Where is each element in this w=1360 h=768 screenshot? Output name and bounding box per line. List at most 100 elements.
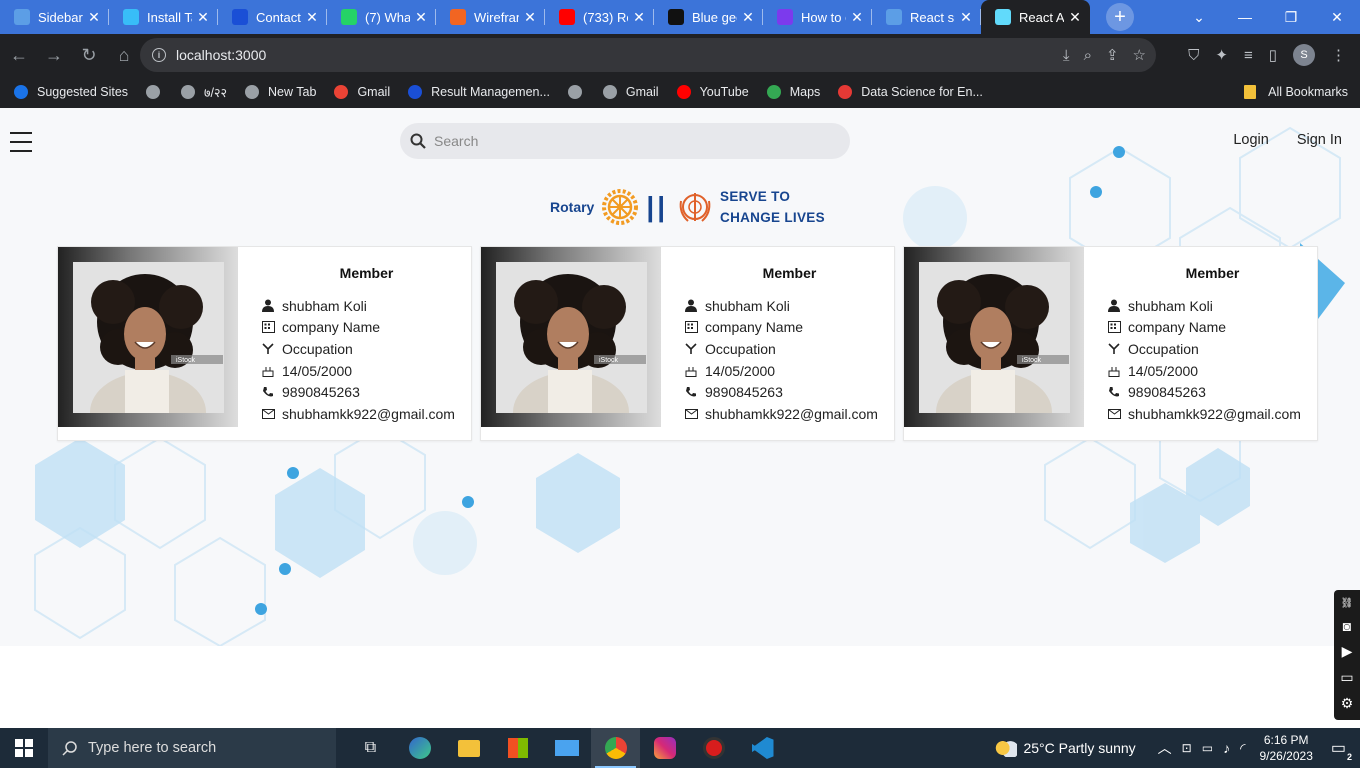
link-icon[interactable]: ⛓ bbox=[1341, 598, 1354, 609]
close-tab-icon[interactable]: ✕ bbox=[196, 9, 210, 26]
browser-tab[interactable]: Install Ta✕ bbox=[109, 0, 218, 34]
weather-text[interactable]: 25°C Partly sunny bbox=[1023, 740, 1135, 756]
browser-tab[interactable]: Contact ✕ bbox=[218, 0, 327, 34]
start-button[interactable] bbox=[0, 728, 48, 768]
browser-menu-icon[interactable]: ⋮ bbox=[1331, 46, 1346, 64]
tab-search-chevron-icon[interactable]: ⌄ bbox=[1176, 9, 1222, 26]
zoom-icon[interactable]: ⌕ bbox=[1084, 47, 1092, 64]
member-dob-row: 14/05/2000 bbox=[685, 360, 894, 382]
browser-tab[interactable]: React sic✕ bbox=[872, 0, 981, 34]
taskbar-search[interactable]: Type here to search bbox=[48, 728, 336, 768]
reload-button[interactable]: ↻ bbox=[73, 45, 105, 66]
new-tab-button[interactable]: + bbox=[1106, 3, 1134, 31]
browser-tab[interactable]: (7) Wha ✕ bbox=[327, 0, 436, 34]
browser-tab-strip: Sidebar✕Install Ta✕Contact✕(7) Wha✕Wiref… bbox=[0, 0, 1360, 34]
weather-icon[interactable] bbox=[995, 739, 1018, 757]
taskbar-clock[interactable]: 6:16 PM 9/26/2023 bbox=[1259, 732, 1312, 764]
signin-link[interactable]: Sign In bbox=[1297, 132, 1342, 148]
browser-tab[interactable]: (733) Re✕ bbox=[545, 0, 654, 34]
bookmark-star-icon[interactable]: ☆ bbox=[1133, 46, 1146, 64]
close-tab-icon[interactable]: ✕ bbox=[1068, 9, 1082, 26]
bookmark-item[interactable]: Suggested Sites bbox=[14, 85, 128, 99]
browser-tab[interactable]: Sidebar ✕ bbox=[0, 0, 109, 34]
bookmark-item[interactable]: Gmail bbox=[602, 85, 659, 99]
member-phone-row: 9890845263 bbox=[1108, 381, 1317, 403]
member-phone[interactable]: 9890845263 bbox=[282, 384, 360, 400]
close-window-button[interactable]: ✕ bbox=[1314, 9, 1360, 26]
bookmark-item[interactable] bbox=[146, 85, 169, 99]
microsoft-store-icon[interactable] bbox=[493, 728, 542, 768]
close-tab-icon[interactable]: ✕ bbox=[523, 9, 537, 26]
close-tab-icon[interactable]: ✕ bbox=[850, 9, 864, 26]
bookmark-item[interactable]: Result Managemen... bbox=[408, 85, 550, 99]
all-bookmarks-button[interactable]: All Bookmarks bbox=[1244, 76, 1348, 108]
profile-avatar[interactable]: S bbox=[1293, 44, 1315, 66]
file-explorer-icon[interactable] bbox=[444, 728, 493, 768]
login-link[interactable]: Login bbox=[1233, 132, 1268, 148]
search-bar[interactable] bbox=[400, 123, 850, 159]
show-hidden-icons[interactable]: ︿ bbox=[1158, 738, 1172, 758]
member-email[interactable]: shubhamkk922@gmail.com bbox=[1128, 406, 1301, 422]
video-icon[interactable]: ▶ bbox=[1342, 643, 1353, 660]
member-card[interactable]: iStock Member shubham Koli company Name … bbox=[57, 246, 472, 441]
instagram-icon[interactable] bbox=[640, 728, 689, 768]
address-url[interactable]: localhost:3000 bbox=[176, 47, 266, 63]
forward-button[interactable]: → bbox=[38, 45, 70, 66]
reading-list-icon[interactable]: ≡ bbox=[1244, 47, 1253, 64]
address-bar[interactable]: i localhost:3000 ⤓ ⌕ ⇪ ☆ bbox=[140, 38, 1156, 72]
mail-icon[interactable] bbox=[542, 728, 591, 768]
screen-recorder-icon[interactable] bbox=[689, 728, 738, 768]
back-button[interactable]: ← bbox=[3, 45, 35, 66]
install-app-icon[interactable]: ⤓ bbox=[1063, 47, 1070, 64]
side-panel-icon[interactable]: ▯ bbox=[1269, 46, 1277, 64]
search-input[interactable] bbox=[434, 133, 814, 149]
close-tab-icon[interactable]: ✕ bbox=[741, 9, 755, 26]
close-tab-icon[interactable]: ✕ bbox=[87, 9, 101, 26]
bookmark-item[interactable]: YouTube bbox=[676, 85, 749, 99]
site-info-icon[interactable]: i bbox=[152, 48, 166, 62]
browser-tab[interactable]: React Ap✕ bbox=[981, 0, 1090, 34]
bookmark-item[interactable]: ७/२२ bbox=[181, 84, 227, 101]
home-button[interactable]: ⌂ bbox=[108, 45, 140, 66]
member-phone[interactable]: 9890845263 bbox=[1128, 384, 1206, 400]
hamburger-menu-icon[interactable] bbox=[10, 132, 32, 159]
edge-icon[interactable] bbox=[395, 728, 444, 768]
member-email[interactable]: shubhamkk922@gmail.com bbox=[282, 406, 455, 422]
brave-shield-icon[interactable]: ⛉ bbox=[1188, 47, 1199, 64]
camera-icon[interactable]: ◙ bbox=[1343, 618, 1351, 634]
bookmark-item[interactable]: Maps bbox=[766, 85, 820, 99]
chrome-icon[interactable] bbox=[591, 728, 640, 768]
member-dob: 14/05/2000 bbox=[705, 362, 776, 379]
wifi-icon[interactable]: ◜ bbox=[1240, 740, 1245, 757]
vscode-icon[interactable] bbox=[738, 728, 787, 768]
settings-gear-icon[interactable]: ⚙ bbox=[1341, 695, 1354, 712]
share-icon[interactable]: ⇪ bbox=[1106, 46, 1119, 64]
task-view-icon[interactable]: ⧉ bbox=[346, 728, 395, 768]
browser-tab[interactable]: How to c✕ bbox=[763, 0, 872, 34]
restore-button[interactable]: ❐ bbox=[1268, 9, 1314, 26]
minimize-button[interactable]: — bbox=[1222, 9, 1268, 25]
clock-time: 6:16 PM bbox=[1263, 733, 1309, 747]
member-phone[interactable]: 9890845263 bbox=[705, 384, 783, 400]
close-tab-icon[interactable]: ✕ bbox=[414, 9, 428, 26]
member-card[interactable]: iStock Member shubham Koli company Name … bbox=[903, 246, 1318, 441]
notification-center-icon[interactable]: ▭ 2 bbox=[1331, 738, 1352, 762]
browser-tab[interactable]: Wirefran ✕ bbox=[436, 0, 545, 34]
phone-icon bbox=[1108, 386, 1128, 398]
close-tab-icon[interactable]: ✕ bbox=[959, 9, 973, 26]
battery-icon[interactable]: ▭ bbox=[1202, 741, 1213, 755]
browser-tab[interactable]: Blue geo✕ bbox=[654, 0, 763, 34]
window-icon[interactable]: ▭ bbox=[1340, 669, 1353, 686]
extensions-icon[interactable]: ✦ bbox=[1215, 46, 1228, 64]
close-tab-icon[interactable]: ✕ bbox=[305, 9, 319, 26]
close-tab-icon[interactable]: ✕ bbox=[632, 9, 646, 26]
member-card[interactable]: iStock Member shubham Koli company Name … bbox=[480, 246, 895, 441]
bookmark-item[interactable] bbox=[567, 85, 591, 99]
bookmark-item[interactable]: New Tab bbox=[245, 85, 316, 99]
bookmark-item[interactable]: Data Science for En... bbox=[838, 85, 983, 99]
network-drive-icon[interactable]: ⊡ bbox=[1182, 741, 1192, 755]
bookmark-item[interactable]: Gmail bbox=[334, 85, 390, 99]
mail-icon bbox=[1108, 408, 1128, 419]
volume-icon[interactable]: ♪ bbox=[1223, 740, 1230, 756]
member-email[interactable]: shubhamkk922@gmail.com bbox=[705, 406, 878, 422]
